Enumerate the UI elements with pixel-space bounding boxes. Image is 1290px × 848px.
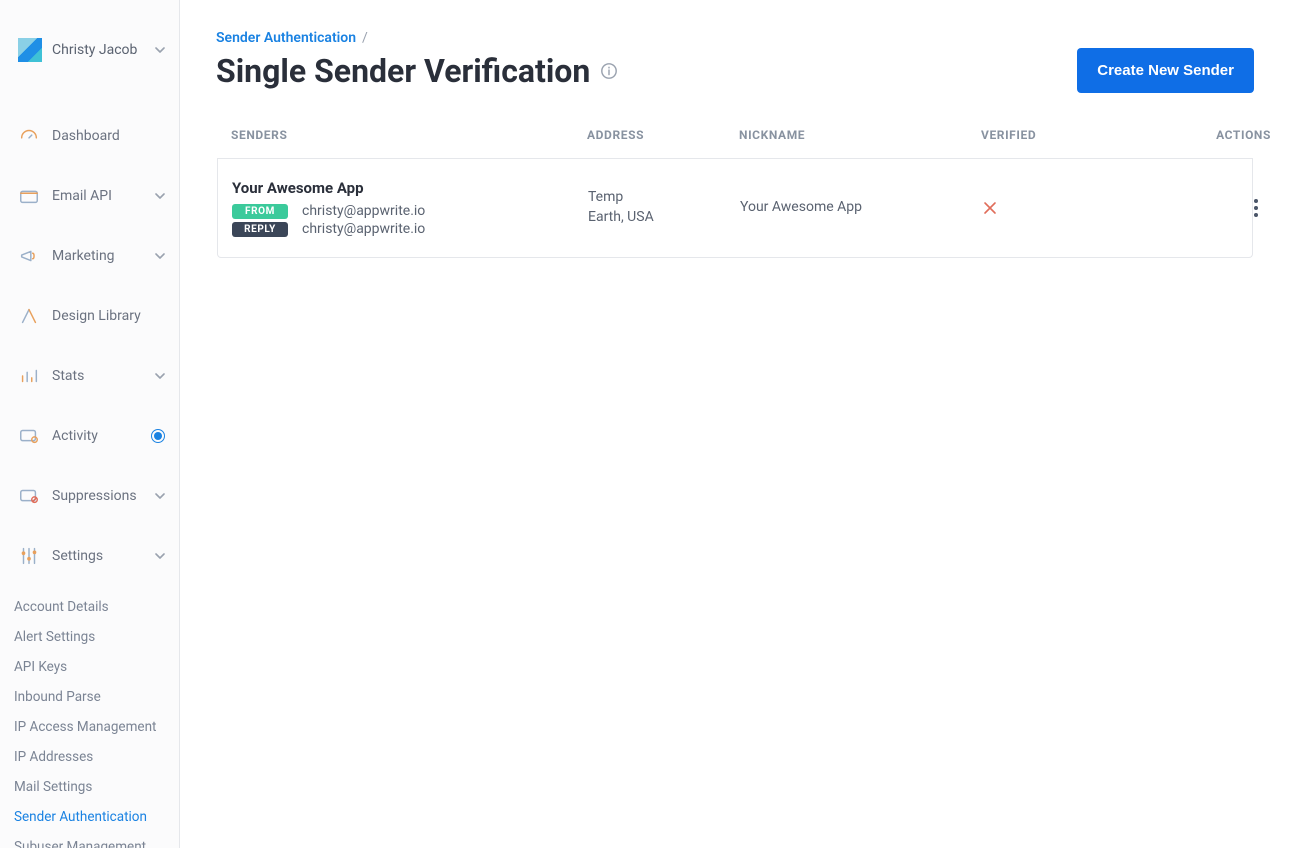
- breadcrumb: Sender Authentication /: [216, 30, 1254, 46]
- subnav-api-keys[interactable]: API Keys: [14, 652, 179, 682]
- address-line1: Temp: [588, 188, 740, 208]
- email-api-icon: [18, 185, 40, 207]
- nav-design-library[interactable]: Design Library: [0, 286, 179, 346]
- activity-icon: [18, 425, 40, 447]
- nav-suppressions[interactable]: Suppressions: [0, 466, 179, 526]
- page-title-text: Single Sender Verification: [216, 52, 590, 90]
- nav-label: Dashboard: [52, 128, 165, 144]
- create-new-sender-button[interactable]: Create New Sender: [1077, 48, 1254, 93]
- unverified-x-icon: [982, 200, 998, 216]
- senders-table: SENDERS ADDRESS NICKNAME VERIFIED ACTION…: [216, 127, 1254, 259]
- subnav-account-details[interactable]: Account Details: [14, 592, 179, 622]
- nav-label: Suppressions: [52, 488, 155, 504]
- megaphone-icon: [18, 245, 40, 267]
- th-verified: VERIFIED: [981, 128, 1181, 142]
- table-header-row: SENDERS ADDRESS NICKNAME VERIFIED ACTION…: [217, 128, 1253, 159]
- reply-badge: REPLY: [232, 222, 288, 237]
- design-icon: [18, 305, 40, 327]
- chevron-down-icon: [155, 251, 165, 261]
- subnav-inbound-parse[interactable]: Inbound Parse: [14, 682, 179, 712]
- nav-stats[interactable]: Stats: [0, 346, 179, 406]
- main-content: Sender Authentication / Single Sender Ve…: [180, 0, 1290, 848]
- nav-label: Marketing: [52, 248, 155, 264]
- nav-label: Activity: [52, 428, 145, 444]
- nav-label: Stats: [52, 368, 155, 384]
- reply-line: REPLY christy@appwrite.io: [232, 221, 588, 237]
- nav-label: Settings: [52, 548, 155, 564]
- nav-email-api[interactable]: Email API: [0, 166, 179, 226]
- stats-icon: [18, 365, 40, 387]
- chevron-down-icon: [155, 551, 165, 561]
- nav-marketing[interactable]: Marketing: [0, 226, 179, 286]
- th-actions: ACTIONS: [1181, 128, 1271, 142]
- subnav-alert-settings[interactable]: Alert Settings: [14, 622, 179, 652]
- from-line: FROM christy@appwrite.io: [232, 203, 588, 219]
- th-address: ADDRESS: [587, 128, 739, 142]
- nickname-cell: Your Awesome App: [740, 198, 982, 218]
- address-line2: Earth, USA: [588, 208, 740, 228]
- notification-dot-icon: [151, 429, 165, 443]
- chevron-down-icon: [155, 45, 165, 55]
- actions-cell: [1182, 196, 1272, 220]
- table-row: Your Awesome App FROM christy@appwrite.i…: [217, 159, 1253, 258]
- row-actions-menu-button[interactable]: [1246, 196, 1266, 220]
- page-title: Single Sender Verification: [216, 52, 618, 90]
- chevron-down-icon: [155, 491, 165, 501]
- subnav-sender-authentication[interactable]: Sender Authentication: [14, 802, 179, 832]
- sidebar: Christy Jacob Dashboard Email API Market…: [0, 0, 180, 848]
- info-icon[interactable]: [600, 62, 618, 80]
- sender-name: Your Awesome App: [232, 179, 588, 197]
- avatar: [18, 38, 42, 62]
- from-email: christy@appwrite.io: [302, 203, 425, 219]
- nav-activity[interactable]: Activity: [0, 406, 179, 466]
- reply-email: christy@appwrite.io: [302, 221, 425, 237]
- breadcrumb-separator: /: [362, 30, 368, 46]
- from-badge: FROM: [232, 204, 288, 219]
- nav-label: Email API: [52, 188, 155, 204]
- sender-cell: Your Awesome App FROM christy@appwrite.i…: [232, 179, 588, 237]
- dashboard-icon: [18, 125, 40, 147]
- subnav-ip-access-management[interactable]: IP Access Management: [14, 712, 179, 742]
- nav-dashboard[interactable]: Dashboard: [0, 106, 179, 166]
- subnav-mail-settings[interactable]: Mail Settings: [14, 772, 179, 802]
- th-senders: SENDERS: [231, 128, 587, 142]
- account-switcher[interactable]: Christy Jacob: [0, 28, 179, 86]
- subnav-subuser-management[interactable]: Subuser Management: [14, 832, 179, 848]
- subnav-ip-addresses[interactable]: IP Addresses: [14, 742, 179, 772]
- primary-nav: Dashboard Email API Marketing Design Lib…: [0, 106, 179, 586]
- breadcrumb-parent[interactable]: Sender Authentication: [216, 30, 356, 46]
- settings-subnav: Account Details Alert Settings API Keys …: [0, 586, 179, 848]
- address-cell: Temp Earth, USA: [588, 188, 740, 227]
- suppressions-icon: [18, 485, 40, 507]
- chevron-down-icon: [155, 371, 165, 381]
- page-header: Single Sender Verification Create New Se…: [216, 48, 1254, 93]
- th-nickname: NICKNAME: [739, 128, 981, 142]
- verified-cell: [982, 200, 1182, 216]
- user-name: Christy Jacob: [52, 42, 155, 58]
- chevron-down-icon: [155, 191, 165, 201]
- nav-label: Design Library: [52, 308, 165, 324]
- nav-settings[interactable]: Settings: [0, 526, 179, 586]
- settings-icon: [18, 545, 40, 567]
